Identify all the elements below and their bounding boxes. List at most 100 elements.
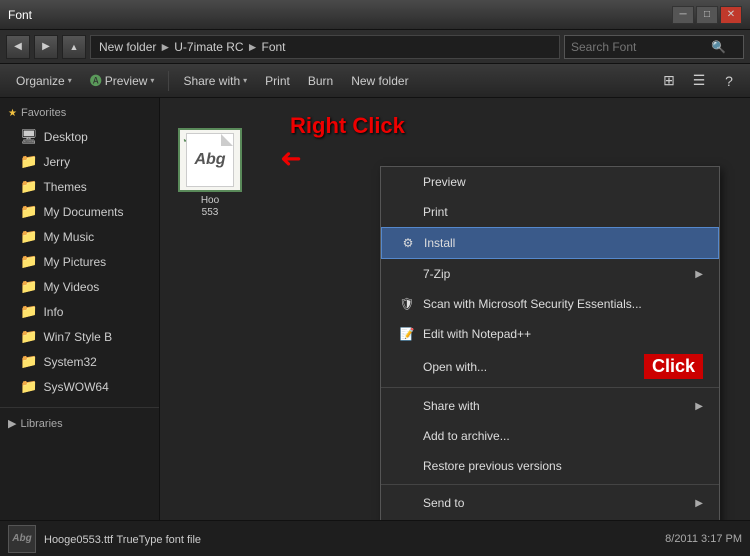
sidebar-item-win7[interactable]: 📁 Win7 Style B <box>0 324 159 349</box>
sidebar-item-label: My Documents <box>43 205 123 219</box>
ctx-scan-label: Scan with Microsoft Security Essentials.… <box>423 297 642 311</box>
organize-label: Organize <box>16 74 65 88</box>
help-button[interactable]: ? <box>716 68 742 94</box>
sidebar-item-jerry[interactable]: 📁 Jerry <box>0 149 159 174</box>
context-menu: Preview Print ⚙ Install 7-Zip <box>380 166 720 520</box>
ctx-separator-2 <box>381 484 719 485</box>
sidebar-item-label: My Music <box>43 230 94 244</box>
favorites-section: ★ Favorites 🖥 Desktop 📁 Jerry 📁 Themes 📁… <box>0 98 159 403</box>
address-path[interactable]: New folder ► U-7imate RC ► Font <box>90 35 560 59</box>
print-button[interactable]: Print <box>257 68 298 94</box>
desktop-icon: 🖥 <box>20 128 38 145</box>
ctx-scan[interactable]: 🛡 Scan with Microsoft Security Essential… <box>381 289 719 319</box>
ctx-edit-icon: 📝 <box>397 324 417 344</box>
ctx-preview[interactable]: Preview <box>381 167 719 197</box>
system32-icon: 📁 <box>20 353 37 370</box>
ctx-edit-label: Edit with Notepad++ <box>423 327 531 341</box>
sidebar-item-info[interactable]: 📁 Info <box>0 299 159 324</box>
preview-button[interactable]: 🅐 Preview ▾ <box>82 68 163 94</box>
preview-label: Preview <box>105 74 148 88</box>
abg-text: Abg <box>194 151 225 169</box>
win7-icon: 📁 <box>20 328 37 345</box>
search-box[interactable]: 🔍 <box>564 35 744 59</box>
sidebar-item-themes[interactable]: 📁 Themes <box>0 174 159 199</box>
ctx-preview-label: Preview <box>423 175 466 189</box>
close-button[interactable]: ✕ <box>720 6 742 24</box>
ctx-add-archive[interactable]: Add to archive... <box>381 421 719 451</box>
ctx-preview-icon <box>397 172 417 192</box>
ctx-7zip[interactable]: 7-Zip ▶ <box>381 259 719 289</box>
ctx-share-arrow: ▶ <box>695 401 703 412</box>
view-grid-button[interactable]: ⊞ <box>656 68 682 94</box>
sidebar-item-label: Desktop <box>44 130 88 144</box>
organize-button[interactable]: Organize ▾ <box>8 68 80 94</box>
ctx-open-with-label: Open with... <box>423 360 487 374</box>
sidebar-item-desktop[interactable]: 🖥 Desktop <box>0 124 159 149</box>
preview-arrow: ▾ <box>150 76 154 85</box>
ctx-open-with[interactable]: Open with... Click <box>381 349 719 384</box>
sidebar-item-label: Info <box>43 305 63 319</box>
my-pictures-icon: 📁 <box>20 253 37 270</box>
forward-button[interactable]: ▶ <box>34 35 58 59</box>
favorites-label: Favorites <box>21 107 66 119</box>
organize-arrow: ▾ <box>68 76 72 85</box>
burn-label: Burn <box>308 74 333 88</box>
sidebar-item-system32[interactable]: 📁 System32 <box>0 349 159 374</box>
up-button[interactable]: ▲ <box>62 35 86 59</box>
libraries-label: Libraries <box>20 418 62 430</box>
ctx-send-to[interactable]: Send to ▶ <box>381 488 719 518</box>
burn-button[interactable]: Burn <box>300 68 341 94</box>
ctx-share-with-icon <box>397 396 417 416</box>
file-icon-inner: Abg <box>186 133 234 187</box>
new-folder-button[interactable]: New folder <box>343 68 416 94</box>
ctx-share-with[interactable]: Share with ▶ <box>381 391 719 421</box>
sidebar-item-label: Win7 Style B <box>43 330 112 344</box>
maximize-button[interactable]: □ <box>696 6 718 24</box>
ctx-copy-to[interactable]: Copy To folder... <box>381 518 719 520</box>
ctx-share-with-label: Share with <box>423 399 480 413</box>
path-part: New folder <box>99 40 156 54</box>
status-info: Hooge0553.ttf TrueType font file <box>44 532 201 546</box>
click-label: Click <box>644 354 703 379</box>
path-arrow: ► <box>159 40 171 54</box>
back-button[interactable]: ◀ <box>6 35 30 59</box>
address-bar: ◀ ▶ ▲ New folder ► U-7imate RC ► Font 🔍 <box>0 30 750 64</box>
ctx-send-to-icon <box>397 493 417 513</box>
minimize-button[interactable]: ─ <box>672 6 694 24</box>
sidebar-item-my-documents[interactable]: 📁 My Documents <box>0 199 159 224</box>
file-item[interactable]: ✓ Abg Hoo553 <box>170 128 250 219</box>
file-name-label: Hoo553 <box>170 195 250 219</box>
ctx-scan-icon: 🛡 <box>397 294 417 314</box>
libraries-arrow: ▶ <box>8 417 16 430</box>
ctx-install-label: Install <box>424 236 455 250</box>
sidebar-item-my-music[interactable]: 📁 My Music <box>0 224 159 249</box>
my-documents-icon: 📁 <box>20 203 37 220</box>
syswow64-icon: 📁 <box>20 378 37 395</box>
sidebar-item-label: Themes <box>43 180 86 194</box>
ctx-restore-icon <box>397 456 417 476</box>
ctx-edit[interactable]: 📝 Edit with Notepad++ <box>381 319 719 349</box>
ctx-print[interactable]: Print <box>381 197 719 227</box>
help-icon: ? <box>725 73 733 89</box>
path-arrow: ► <box>247 40 259 54</box>
my-music-icon: 📁 <box>20 228 37 245</box>
ctx-add-archive-label: Add to archive... <box>423 429 510 443</box>
sidebar-item-syswow64[interactable]: 📁 SysWOW64 <box>0 374 159 399</box>
ctx-install[interactable]: ⚙ Install <box>381 227 719 259</box>
ctx-restore[interactable]: Restore previous versions <box>381 451 719 481</box>
file-area: Right Click ➜ ✓ Abg Hoo553 Preview <box>160 98 750 520</box>
print-label: Print <box>265 74 290 88</box>
status-file-icon: Abg <box>8 525 36 553</box>
path-part: U-7imate RC <box>174 40 243 54</box>
search-input[interactable] <box>571 40 711 54</box>
sidebar-item-my-videos[interactable]: 📁 My Videos <box>0 274 159 299</box>
favorites-header[interactable]: ★ Favorites <box>0 102 159 124</box>
path-part: Font <box>262 40 286 54</box>
sidebar-item-label: SysWOW64 <box>43 380 108 394</box>
sidebar-item-my-pictures[interactable]: 📁 My Pictures <box>0 249 159 274</box>
libraries-header[interactable]: ▶ Libraries <box>0 412 159 435</box>
view-list-button[interactable]: ☰ <box>686 68 712 94</box>
ctx-7zip-label: 7-Zip <box>423 267 450 281</box>
ctx-send-arrow: ▶ <box>695 498 703 509</box>
share-with-button[interactable]: Share with ▾ <box>175 68 255 94</box>
